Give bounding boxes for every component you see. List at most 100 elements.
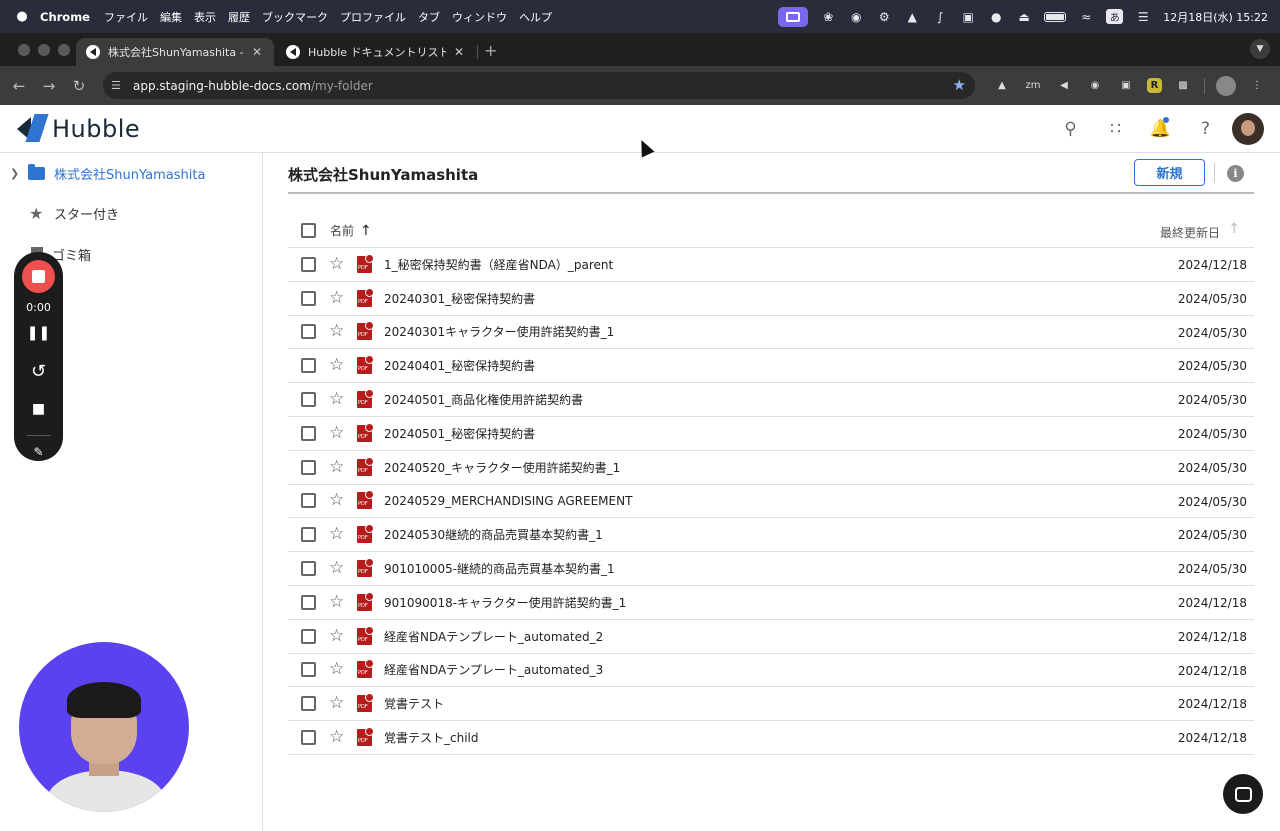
tab-search-chevron-icon[interactable]: ▼	[1250, 39, 1270, 59]
table-row[interactable]: ☆ PDF 20240401_秘密保持契約書 2024/05/30	[288, 349, 1254, 384]
menu-tab[interactable]: タブ	[418, 9, 440, 25]
row-checkbox[interactable]	[301, 628, 316, 644]
new-tab-plus-icon[interactable]: +	[484, 41, 497, 60]
info-icon[interactable]: i	[1227, 165, 1244, 182]
sidebar-item-starred[interactable]: ★ スター付き	[0, 193, 262, 233]
star-outline-icon[interactable]: ☆	[329, 458, 345, 476]
star-outline-icon[interactable]: ☆	[329, 391, 345, 408]
wifi-icon[interactable]: ≈	[1078, 9, 1094, 25]
row-checkbox[interactable]	[301, 358, 316, 374]
star-outline-icon[interactable]: ☆	[329, 729, 345, 746]
row-checkbox[interactable]	[301, 493, 316, 509]
document-name[interactable]: 覚書テスト_child	[384, 729, 479, 746]
table-row[interactable]: ☆ PDF 20240301キャラクター使用許諾契約書_1 2024/05/30	[288, 316, 1254, 350]
menu-window[interactable]: ウィンドウ	[452, 9, 507, 25]
pen-icon[interactable]: ✎	[14, 445, 63, 459]
webcam-bubble[interactable]	[19, 642, 189, 812]
back-arrow-icon[interactable]: ←	[4, 77, 34, 95]
row-checkbox[interactable]	[301, 290, 316, 306]
zoom-ext-icon[interactable]: zm	[1023, 76, 1043, 96]
bluetooth-icon[interactable]: ∫	[932, 9, 948, 25]
hubble-ext-icon[interactable]: ◀	[1054, 76, 1074, 96]
search-icon[interactable]: ⚲	[1048, 113, 1093, 145]
row-checkbox[interactable]	[301, 594, 316, 610]
document-name[interactable]: 20240501_商品化権使用許諾契約書	[384, 391, 583, 408]
star-outline-icon[interactable]: ☆	[329, 560, 345, 577]
document-name[interactable]: 20240520_キャラクター使用許諾契約書_1	[384, 459, 620, 476]
globe-ext-icon[interactable]: ◉	[1085, 76, 1105, 96]
star-outline-icon[interactable]: ☆	[329, 661, 345, 678]
close-window-button[interactable]	[18, 44, 30, 56]
minimize-window-button[interactable]	[38, 44, 50, 56]
table-row[interactable]: ☆ PDF 1_秘密保持契約書（経産省NDA）_parent 2024/12/18	[288, 248, 1254, 282]
row-checkbox[interactable]	[301, 459, 316, 475]
star-outline-icon[interactable]: ☆	[329, 357, 345, 374]
row-checkbox[interactable]	[301, 730, 316, 746]
table-row[interactable]: ☆ PDF 20240301_秘密保持契約書 2024/05/30	[288, 282, 1254, 316]
menu-view[interactable]: 表示	[194, 9, 216, 25]
eject-icon[interactable]: ⏏	[1016, 9, 1032, 25]
profile-avatar-icon[interactable]	[1216, 75, 1236, 96]
document-name[interactable]: 経産省NDAテンプレート_automated_3	[384, 661, 603, 678]
column-header-date[interactable]: 最終更新日	[1160, 224, 1220, 241]
reload-icon[interactable]: ↻	[64, 77, 94, 95]
trash-icon[interactable]: ■	[14, 401, 63, 417]
document-name[interactable]: 20240501_秘密保持契約書	[384, 425, 535, 442]
table-row[interactable]: ☆ PDF 901090018-キャラクター使用許諾契約書_1 2024/12/18	[288, 586, 1254, 620]
display-icon[interactable]: ▣	[960, 9, 976, 25]
input-method-icon[interactable]: あ	[1106, 9, 1124, 24]
new-button[interactable]: 新規	[1134, 159, 1205, 186]
star-outline-icon[interactable]: ☆	[329, 593, 345, 611]
menu-bookmarks[interactable]: ブックマーク	[262, 9, 328, 25]
screen-record-tray-icon[interactable]	[778, 6, 809, 27]
table-row[interactable]: ☆ PDF 901010005-継続的商品売買基本契約書_1 2024/05/30	[288, 552, 1254, 586]
menu-file[interactable]: ファイル	[104, 9, 148, 25]
puzzle-extensions-icon[interactable]: ▩	[1173, 76, 1193, 96]
restart-icon[interactable]: ↺	[14, 361, 63, 382]
document-name[interactable]: 20240301_秘密保持契約書	[384, 290, 535, 307]
menu-profiles[interactable]: プロファイル	[340, 9, 406, 25]
document-name[interactable]: 20240401_秘密保持契約書	[384, 357, 535, 374]
row-checkbox[interactable]	[301, 425, 316, 441]
menu-clock[interactable]: 12月18日(水) 15:22	[1163, 9, 1268, 25]
table-row[interactable]: ☆ PDF 覚書テスト 2024/12/18	[288, 687, 1254, 722]
hubble-logo[interactable]: Hubble	[17, 114, 140, 144]
pause-icon[interactable]: ❚❚	[14, 325, 63, 341]
zoom-window-button[interactable]	[58, 44, 70, 56]
control-center-icon[interactable]: ☰	[1135, 9, 1151, 25]
location-icon[interactable]: ●	[988, 9, 1004, 25]
notification-bell-icon[interactable]: 🔔	[1138, 113, 1183, 145]
app-menu[interactable]: Chrome	[40, 10, 90, 24]
help-icon[interactable]: ?	[1183, 113, 1228, 145]
star-outline-icon[interactable]: ☆	[329, 492, 345, 509]
star-outline-icon[interactable]: ☆	[329, 627, 345, 645]
document-name[interactable]: 覚書テスト	[384, 695, 444, 712]
document-name[interactable]: 20240530継続的商品売買基本契約書_1	[384, 526, 603, 543]
table-row[interactable]: ☆ PDF 経産省NDAテンプレート_automated_3 2024/12/18	[288, 654, 1254, 688]
more-menu-icon[interactable]: ⋮	[1247, 76, 1267, 96]
star-outline-icon[interactable]: ☆	[329, 255, 345, 273]
r-ext-icon[interactable]: R	[1147, 78, 1162, 93]
site-settings-icon[interactable]: ☰	[111, 79, 125, 92]
sidebar-item-folder[interactable]: ❯ 株式会社ShunYamashita	[0, 153, 262, 193]
address-bar[interactable]: ☰ app.staging-hubble-docs.com/my-folder …	[103, 72, 975, 99]
gear-icon[interactable]: ⚙	[876, 9, 892, 25]
google-drive-icon[interactable]: ▲	[992, 76, 1012, 96]
apple-icon[interactable]: ●	[14, 9, 30, 24]
row-checkbox[interactable]	[301, 256, 316, 272]
battery-icon[interactable]	[1044, 11, 1067, 22]
tab-document-list[interactable]: Hubble ドキュメントリスト ✕	[276, 38, 476, 66]
row-checkbox[interactable]	[301, 527, 316, 543]
sort-arrow-icon[interactable]: ↑	[1228, 221, 1240, 237]
forward-arrow-icon[interactable]: →	[34, 77, 64, 95]
chat-launcher-button[interactable]	[1223, 774, 1263, 814]
screen-ext-icon[interactable]: ▣	[1116, 76, 1136, 96]
menu-history[interactable]: 履歴	[228, 9, 250, 25]
table-row[interactable]: ☆ PDF 20240529_MERCHANDISING AGREEMENT 2024…	[288, 485, 1254, 519]
apps-grid-icon[interactable]: ∷	[1093, 113, 1138, 145]
document-name[interactable]: 20240529_MERCHANDISING AGREEMENT	[384, 494, 632, 508]
table-row[interactable]: ☆ PDF 覚書テスト_child 2024/12/18	[288, 721, 1254, 755]
select-all-checkbox[interactable]	[301, 223, 316, 238]
table-row[interactable]: ☆ PDF 経産省NDAテンプレート_automated_2 2024/12/18	[288, 620, 1254, 654]
user-avatar[interactable]	[1232, 113, 1264, 145]
